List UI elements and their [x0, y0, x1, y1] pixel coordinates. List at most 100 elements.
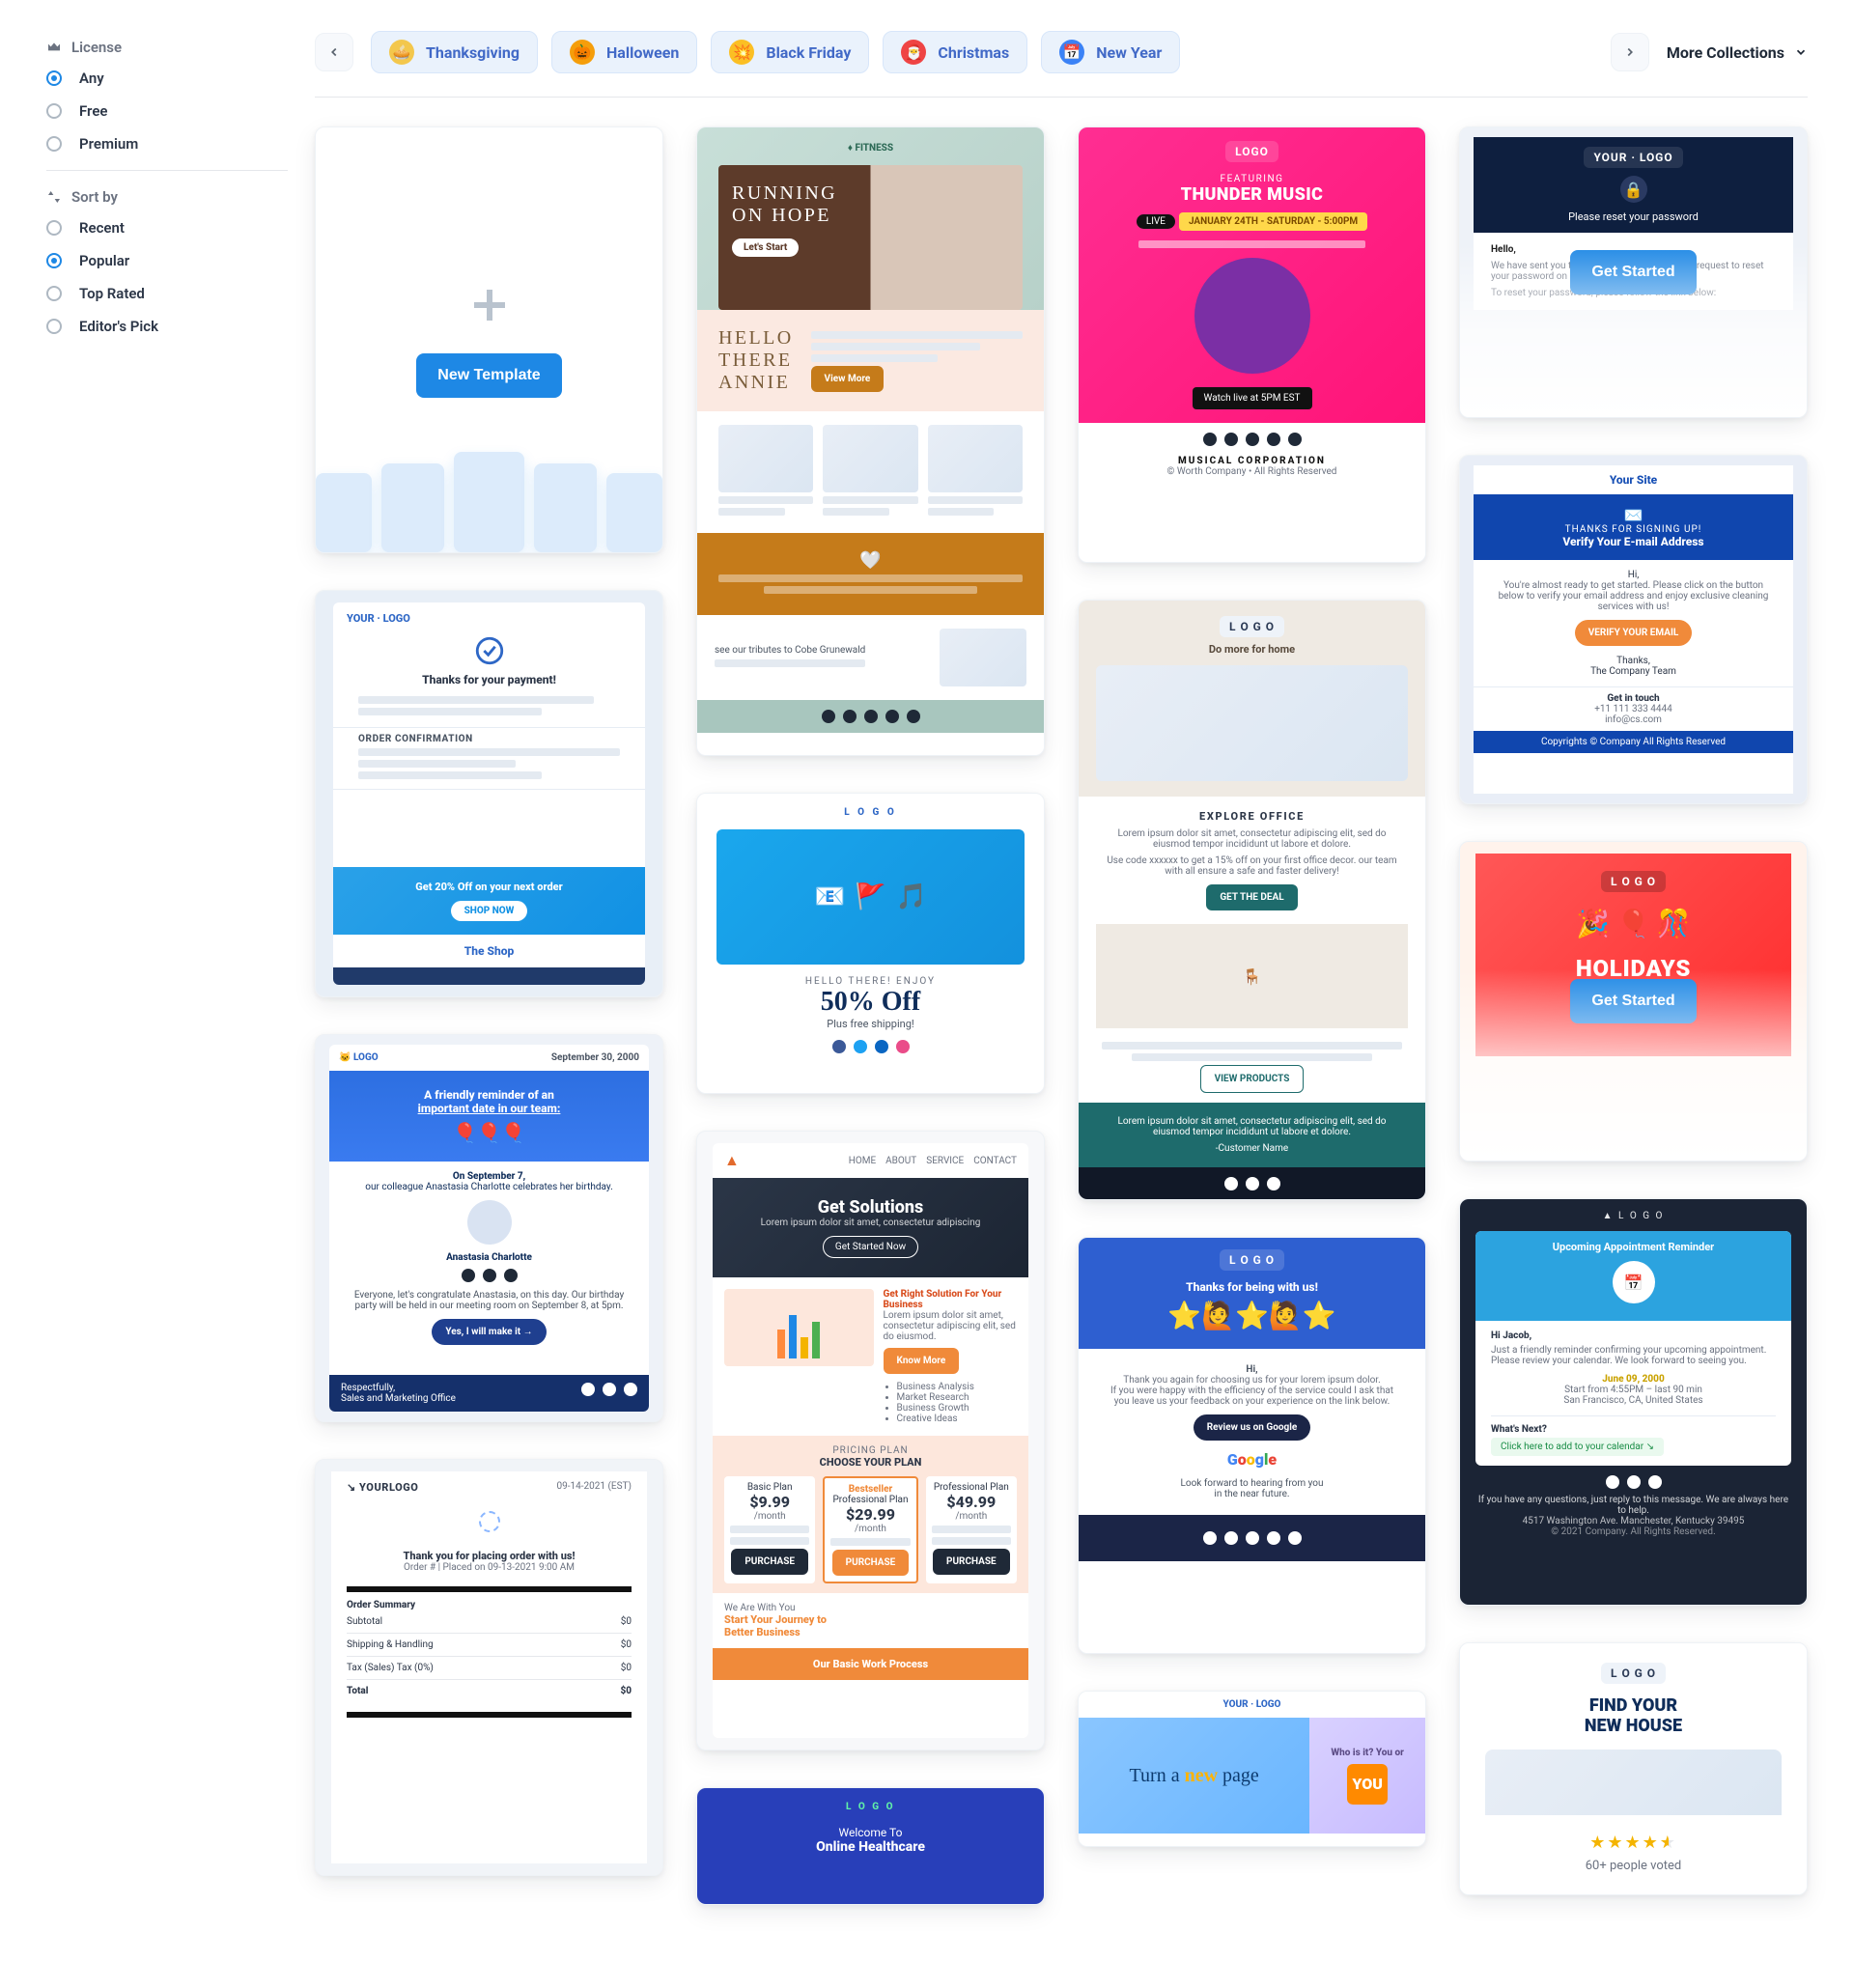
license-title: License [71, 39, 122, 56]
appt-title: Upcoming Appointment Reminder [1475, 1241, 1791, 1253]
template-password-reset[interactable]: YOUR · LOGO 🔒 Please reset your password… [1459, 126, 1808, 418]
template-turn-new-page[interactable]: YOUR · LOGO Turn a new page Who is it? Y… [1078, 1691, 1426, 1847]
template-furniture[interactable]: L O G O Do more for home EXPLORE OFFICE … [1078, 600, 1426, 1200]
plan-name: Professional Plan [932, 1482, 1011, 1493]
appt-from: Start from 4:55PM – last 90 min [1491, 1385, 1776, 1395]
sort-option-label: Editor's Pick [79, 318, 158, 335]
get-started-label: Get Started [1591, 264, 1674, 280]
template-order-placed[interactable]: ↘ YOURLOGO 09-14-2021 (EST) Thank you fo… [315, 1459, 663, 1876]
collections-prev-button[interactable] [315, 33, 353, 71]
template-fifty-off[interactable]: L O G O 📧🚩🎵 HELLO THERE! ENJOY 50% Off P… [696, 793, 1045, 1094]
license-option-free[interactable]: Free [46, 102, 288, 120]
order-row-label: Total [347, 1686, 368, 1696]
verify-getintouch: Get in touch [1483, 693, 1784, 704]
license-option-premium[interactable]: Premium [46, 135, 288, 153]
verify-footer: Copyrights © Company All Rights Reserved [1474, 731, 1793, 753]
furniture-cta-1: GET THE DEAL [1206, 884, 1297, 910]
order-logo: ↘ YOURLOGO [347, 1481, 418, 1494]
collection-label: Thanksgiving [426, 43, 520, 62]
template-get-solutions[interactable]: ▲ HOME ABOUT SERVICE CONTACT Get Solutio… [696, 1131, 1045, 1750]
reminder-cta: Yes, I will make it → [432, 1319, 546, 1345]
fitness-hero-2: ON HOPE [732, 205, 837, 227]
solutions-process: Our Basic Work Process [813, 1658, 928, 1670]
solutions-side-title: Get Right Solution For Your Business [884, 1289, 1018, 1310]
payment-cta: SHOP NOW [451, 901, 528, 921]
thunder-badge: LIVE [1137, 214, 1175, 229]
template-payment-thanks[interactable]: YOUR · LOGO Thanks for your payment! ORD… [315, 590, 663, 997]
collection-new-year[interactable]: 📅New Year [1041, 31, 1180, 73]
sidebar: License Any Free Premium Sort by Recent … [46, 31, 288, 1942]
sort-option-editors-pick[interactable]: Editor's Pick [46, 318, 288, 335]
sort-option-popular[interactable]: Popular [46, 252, 288, 269]
template-new-house[interactable]: L O G O FIND YOUR NEW HOUSE ★★★★★★ 60+ p… [1459, 1642, 1808, 1895]
fifty-hello: HELLO THERE! ENJOY [716, 976, 1025, 987]
furniture-cta-2: VIEW PRODUCTS [1200, 1065, 1305, 1093]
payment-shop: The Shop [333, 935, 645, 967]
holidays-logo: L O G O [1601, 871, 1666, 892]
google-line-2: If you were happy with the efficiency of… [1104, 1386, 1400, 1407]
plan-cta: PURCHASE [933, 1549, 1010, 1575]
template-holidays-deals[interactable]: L O G O 🎉 🎈 🎊 HOLIDAYS DEALS Get Started [1459, 841, 1808, 1162]
template-thunder-music[interactable]: LOGO FEATURING THUNDER MUSIC LIVE JANUAR… [1078, 126, 1426, 563]
reminder-name: Anastasia Charlotte [345, 1252, 633, 1263]
template-google-review[interactable]: L O G O Thanks for being with us! ⭐🙋⭐🙋⭐ … [1078, 1237, 1426, 1654]
templates-grid: New Template YOUR · LOGO Thanks for your… [315, 126, 1808, 1942]
get-started-button[interactable]: Get Started [1570, 250, 1696, 294]
top-divider [315, 97, 1808, 98]
get-started-button[interactable]: Get Started [1570, 979, 1696, 1023]
solutions-side-copy: Lorem ipsum dolor sit amet, consectetur … [884, 1310, 1018, 1342]
order-row-label: Tax (Sales) Tax (0%) [347, 1663, 434, 1673]
reminder-on: On September 7, [345, 1171, 633, 1182]
plan-price: $49.99 [932, 1493, 1011, 1511]
plan-badge: Bestseller [830, 1484, 910, 1495]
appt-addr: 4517 Washington Ave. Manchester, Kentuck… [1475, 1516, 1791, 1526]
solutions-pricing: PRICING PLAN [724, 1445, 1017, 1456]
collection-christmas[interactable]: 🎅Christmas [883, 31, 1027, 73]
order-date: 09-14-2021 (EST) [557, 1481, 632, 1494]
appt-date: June 09, 2000 [1491, 1374, 1776, 1385]
password-title: Please reset your password [1474, 210, 1793, 223]
thunder-logo: LOGO [1225, 141, 1278, 162]
sort-title: Sort by [71, 188, 118, 206]
reminder-respect: Respectfully, [341, 1383, 456, 1393]
collection-halloween[interactable]: 🎃Halloween [551, 31, 697, 73]
license-option-any[interactable]: Any [46, 70, 288, 87]
license-heading: License [46, 39, 288, 56]
collection-thanksgiving[interactable]: 🥧Thanksgiving [371, 31, 538, 73]
house-t2: NEW HOUSE [1475, 1716, 1791, 1736]
collections-next-button[interactable] [1611, 33, 1649, 71]
verify-site: Your Site [1474, 465, 1793, 494]
verify-email: info@cs.com [1483, 714, 1784, 725]
plan-price: $29.99 [830, 1505, 910, 1524]
order-summary-heading: Order Summary [347, 1600, 632, 1610]
sort-option-top-rated[interactable]: Top Rated [46, 285, 288, 302]
card-new-template[interactable]: New Template [315, 126, 663, 553]
more-collections[interactable]: More Collections [1667, 43, 1808, 62]
google-cta: Review us on Google [1194, 1414, 1311, 1441]
plan-name: Basic Plan [730, 1482, 809, 1493]
appt-foot-1: If you have any questions, just reply to… [1475, 1495, 1791, 1516]
template-fitness[interactable]: ♦ FITNESS RUNNING ON HOPE Let's Start HE… [696, 126, 1045, 756]
template-birthday-reminder[interactable]: 🐱 LOGO September 30, 2000 A friendly rem… [315, 1034, 663, 1422]
healthcare-t2: Online Healthcare [707, 1839, 1034, 1855]
thunder-company: MUSICAL CORPORATION [1088, 456, 1416, 466]
verify-hi: Hi, [1493, 570, 1774, 580]
sort-option-recent[interactable]: Recent [46, 219, 288, 237]
google-title: Thanks for being with us! [1090, 1280, 1414, 1294]
order-row-value: $0 [621, 1616, 632, 1627]
new-template-button[interactable]: New Template [416, 353, 561, 398]
fitness-greet-1: HELLO [718, 327, 794, 350]
solutions-hero-title: Get Solutions [724, 1197, 1017, 1218]
template-verify-email[interactable]: Your Site ✉️ THANKS FOR SIGNING UP! Veri… [1459, 455, 1808, 804]
furniture-logo: L O G O [1220, 616, 1284, 637]
template-appointment[interactable]: ▲ L O G O Upcoming Appointment Reminder … [1459, 1198, 1808, 1606]
plan-per: /month [932, 1511, 1011, 1522]
template-healthcare[interactable]: L O G O Welcome To Online Healthcare [696, 1787, 1045, 1905]
fifty-logo: L O G O [716, 807, 1025, 818]
furniture-copy-1: Lorem ipsum dolor sit amet, consectetur … [1102, 828, 1402, 850]
collection-black-friday[interactable]: 💥Black Friday [711, 31, 869, 73]
turn-right-1: Who is it? You or [1331, 1748, 1403, 1758]
license-options: Any Free Premium [46, 70, 288, 153]
get-started-label: Get Started [1591, 993, 1674, 1009]
appt-rights: © 2021 Company. All Rights Reserved. [1475, 1526, 1791, 1537]
